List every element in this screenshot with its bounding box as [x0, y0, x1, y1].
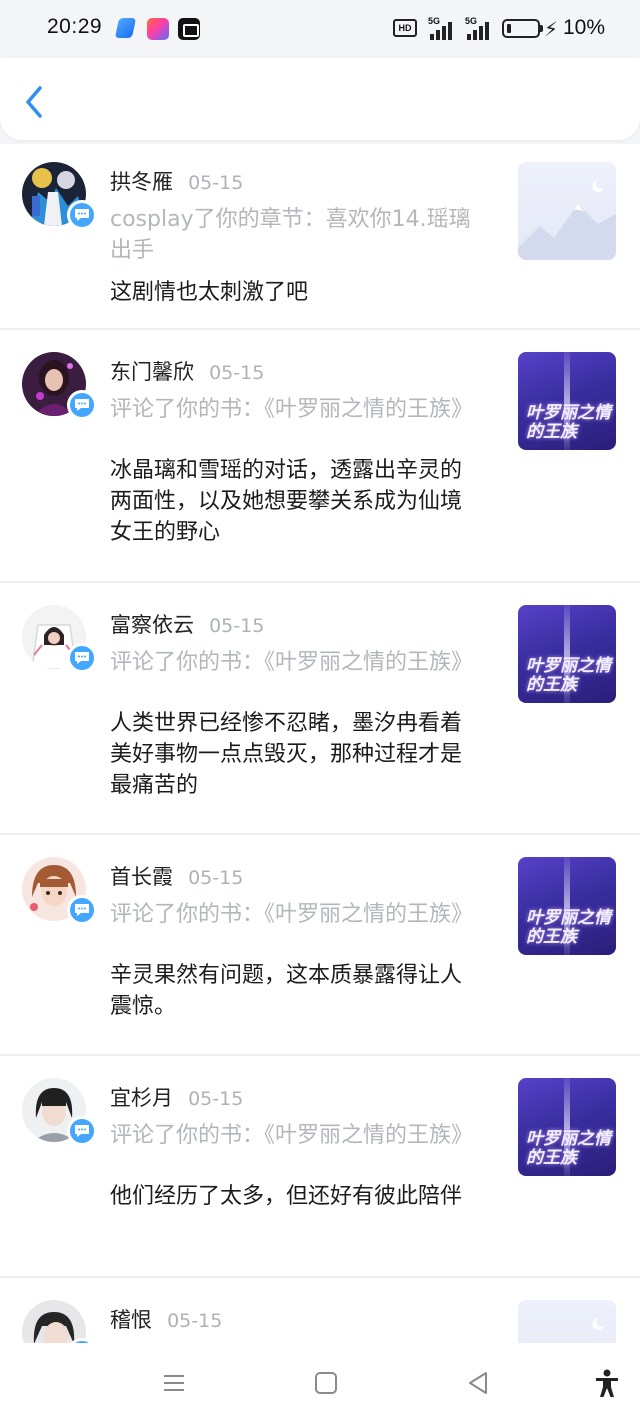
blue-app-icon	[114, 18, 137, 38]
name-line: 富察依云 05-15	[110, 609, 264, 639]
timestamp: 05-15	[188, 867, 244, 889]
username[interactable]: 拱冬雁	[110, 170, 173, 194]
home-button[interactable]	[310, 1367, 342, 1399]
timestamp: 05-15	[209, 362, 265, 384]
header	[0, 58, 640, 140]
name-line: 首长霞 05-15	[110, 861, 243, 891]
username[interactable]: 富察依云	[110, 613, 194, 637]
notification-list[interactable]: 拱冬雁 05-15 cosplay了你的章节：喜欢你14.瑶璃出手 这剧情也太刺…	[0, 140, 640, 1343]
timestamp: 05-15	[188, 172, 244, 194]
action-text[interactable]: 评论了你的书：《叶罗丽之情的王族》	[110, 899, 480, 930]
comment-text: 冰晶璃和雪瑶的对话，透露出辛灵的两面性，以及她想要攀关系成为仙境女王的野心	[110, 458, 463, 545]
signal-icon-2: 5G	[465, 16, 495, 40]
comment-badge-icon	[67, 895, 97, 925]
status-bar: 20:29 HD 5G 5G ⚡ 10%	[0, 0, 640, 58]
accessibility-icon	[596, 1369, 618, 1397]
comment-badge-icon	[67, 1116, 97, 1146]
cover-title: 叶罗丽之情的王族	[526, 908, 611, 947]
action-text[interactable]: 评论了你的书：《叶罗丽之情的王族》	[110, 394, 480, 425]
battery-icon	[502, 19, 543, 38]
avatar[interactable]	[22, 1300, 86, 1343]
book-cover-thumbnail[interactable]: 叶罗丽之情的王族	[518, 1078, 616, 1176]
name-line: 拱冬雁 05-15	[110, 166, 243, 196]
list-item[interactable]: 稽恨 05-15	[0, 1278, 640, 1343]
back-button[interactable]	[18, 82, 54, 122]
timestamp: 05-15	[209, 615, 265, 637]
menu-icon	[164, 1375, 184, 1391]
name-line: 宜杉月 05-15	[110, 1082, 243, 1112]
username[interactable]: 东门馨欣	[110, 360, 194, 384]
book-cover-thumbnail[interactable]: 叶罗丽之情的王族	[518, 857, 616, 955]
cover-title: 叶罗丽之情的王族	[526, 403, 611, 442]
action-text[interactable]: 评论了你的书：《叶罗丽之情的王族》	[110, 1120, 480, 1151]
battery-percent: 10%	[563, 16, 606, 39]
username[interactable]: 宜杉月	[110, 1086, 173, 1110]
timestamp: 05-15	[167, 1310, 223, 1332]
status-time: 20:29	[47, 15, 103, 38]
comment-text: 人类世界已经惨不忍睹，墨汐冉看着美好事物一点点毁灭，那种过程才是最痛苦的	[110, 711, 463, 798]
home-square-icon	[315, 1372, 337, 1394]
cover-title: 叶罗丽之情的王族	[526, 656, 611, 695]
colorful-app-icon	[147, 18, 169, 40]
accessibility-button[interactable]	[591, 1367, 623, 1399]
back-triangle-icon	[469, 1372, 487, 1394]
list-item[interactable]: 拱冬雁 05-15 cosplay了你的章节：喜欢你14.瑶璃出手 这剧情也太刺…	[0, 140, 640, 330]
timestamp: 05-15	[188, 1088, 244, 1110]
mountain-placeholder-icon	[577, 1318, 604, 1343]
signal-icon-1: 5G	[428, 16, 458, 40]
comment-text: 这剧情也太刺激了吧	[110, 280, 309, 305]
chevron-left-icon	[26, 86, 42, 118]
action-text[interactable]: cosplay了你的章节：喜欢你14.瑶璃出手	[110, 204, 480, 266]
comment-badge-icon	[67, 200, 97, 230]
back-nav-button[interactable]	[462, 1367, 494, 1399]
mountain-placeholder-icon	[518, 180, 616, 260]
header-wrap	[0, 58, 640, 144]
username[interactable]: 稽恨	[110, 1308, 152, 1332]
list-item[interactable]: 宜杉月 05-15 评论了你的书：《叶罗丽之情的王族》 他们经历了太多，但还好有…	[0, 1056, 640, 1278]
charging-bolt-icon: ⚡	[544, 17, 559, 41]
list-item[interactable]: 富察依云 05-15 评论了你的书：《叶罗丽之情的王族》 人类世界已经惨不忍睹，…	[0, 583, 640, 835]
capcut-icon	[178, 18, 200, 40]
list-item[interactable]: 东门馨欣 05-15 评论了你的书：《叶罗丽之情的王族》 冰晶璃和雪瑶的对话，透…	[0, 330, 640, 583]
book-cover-thumbnail[interactable]: 叶罗丽之情的王族	[518, 352, 616, 450]
action-text[interactable]: 评论了你的书：《叶罗丽之情的王族》	[110, 647, 480, 678]
menu-button[interactable]	[158, 1367, 190, 1399]
hd-icon: HD	[393, 19, 417, 37]
chapter-thumbnail[interactable]	[518, 1300, 616, 1343]
name-line: 东门馨欣 05-15	[110, 356, 264, 386]
list-item[interactable]: 首长霞 05-15 评论了你的书：《叶罗丽之情的王族》 辛灵果然有问题，这本质暴…	[0, 835, 640, 1056]
name-line: 稽恨 05-15	[110, 1304, 222, 1334]
book-cover-thumbnail[interactable]: 叶罗丽之情的王族	[518, 605, 616, 703]
comment-badge-icon	[67, 643, 97, 673]
cover-title: 叶罗丽之情的王族	[526, 1129, 611, 1168]
system-nav-bar	[0, 1343, 640, 1422]
username[interactable]: 首长霞	[110, 865, 173, 889]
chapter-thumbnail[interactable]	[518, 162, 616, 260]
comment-text: 他们经历了太多，但还好有彼此陪伴	[110, 1184, 463, 1209]
comment-text: 辛灵果然有问题，这本质暴露得让人震惊。	[110, 963, 463, 1019]
comment-badge-icon	[67, 390, 97, 420]
